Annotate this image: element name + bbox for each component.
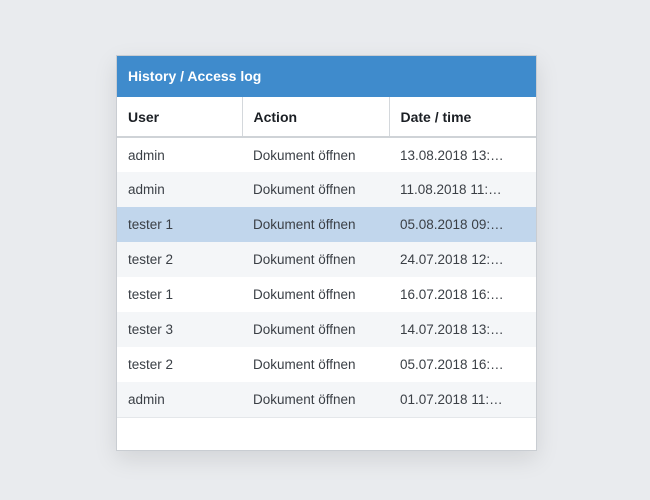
cell-datetime: 14.07.2018 13:… (389, 312, 536, 347)
cell-action: Dokument öffnen (242, 207, 389, 242)
cell-action: Dokument öffnen (242, 382, 389, 418)
table-row[interactable]: admin Dokument öffnen 11.08.2018 11:… (117, 172, 536, 207)
cell-datetime: 05.07.2018 16:… (389, 347, 536, 382)
cell-datetime: 01.07.2018 11:… (389, 382, 536, 418)
access-log-panel: History / Access log User Action Date / … (116, 55, 537, 451)
cell-user: admin (117, 172, 242, 207)
cell-action: Dokument öffnen (242, 172, 389, 207)
column-header-user[interactable]: User (117, 97, 243, 138)
cell-user: tester 1 (117, 207, 242, 242)
cell-action: Dokument öffnen (242, 137, 389, 172)
cell-action: Dokument öffnen (242, 277, 389, 312)
table-row[interactable]: admin Dokument öffnen 01.07.2018 11:… (117, 382, 536, 418)
cell-action: Dokument öffnen (242, 312, 389, 347)
cell-datetime: 16.07.2018 16:… (389, 277, 536, 312)
panel-title: History / Access log (117, 56, 536, 97)
column-header-datetime[interactable]: Date / time (389, 97, 536, 138)
table-row[interactable]: tester 3 Dokument öffnen 14.07.2018 13:… (117, 312, 536, 347)
cell-action: Dokument öffnen (242, 347, 389, 382)
cell-user: admin (117, 137, 242, 172)
cell-user: tester 2 (117, 347, 242, 382)
table-header-row: User Action Date / time (117, 97, 536, 138)
cell-datetime: 11.08.2018 11:… (389, 172, 536, 207)
cell-user: admin (117, 382, 242, 418)
table-row[interactable]: tester 2 Dokument öffnen 24.07.2018 12:… (117, 242, 536, 277)
cell-user: tester 1 (117, 277, 242, 312)
column-header-action[interactable]: Action (242, 97, 390, 138)
cell-user: tester 2 (117, 242, 242, 277)
access-log-table: User Action Date / time admin Dokument ö… (117, 97, 536, 418)
table-row[interactable]: tester 2 Dokument öffnen 05.07.2018 16:… (117, 347, 536, 382)
cell-datetime: 05.08.2018 09:… (389, 207, 536, 242)
cell-action: Dokument öffnen (242, 242, 389, 277)
cell-datetime: 24.07.2018 12:… (389, 242, 536, 277)
table-row-selected[interactable]: tester 1 Dokument öffnen 05.08.2018 09:… (117, 207, 536, 242)
table-row[interactable]: admin Dokument öffnen 13.08.2018 13:… (117, 137, 536, 172)
cell-datetime: 13.08.2018 13:… (389, 137, 536, 172)
cell-user: tester 3 (117, 312, 242, 347)
table-row[interactable]: tester 1 Dokument öffnen 16.07.2018 16:… (117, 277, 536, 312)
